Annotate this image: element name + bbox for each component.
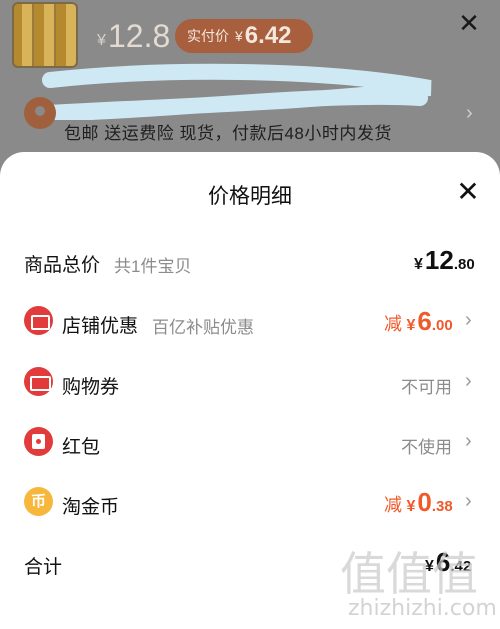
watermark: 值值值 zhizhizhi.com [340,538,500,628]
coupon-status: 不可用 [401,378,452,397]
shop-discount-amount: 减 ¥6.00 [384,306,453,337]
amount-prefix: 减 [384,314,402,334]
product-price: 12.8 [108,18,171,54]
row-sub: 共1件宝贝 [114,257,192,276]
watermark-glyphs: 值值值 [340,548,478,600]
actual-pay-currency: ¥ [235,28,243,44]
amount-dec: .00 [431,317,453,334]
close-icon[interactable]: ✕ [456,8,482,38]
redaction-scribble [29,63,432,120]
row-label: 店铺优惠 [62,316,139,337]
row-coupon[interactable]: 购物券 不可用 › [0,360,500,408]
amount-currency: ¥ [406,317,416,334]
watermark-url: zhizhizhi.com [348,596,497,621]
amount-int: 6 [417,306,432,336]
chevron-right-icon: › [465,430,472,452]
row-label: 淘金币 [62,497,120,518]
amount-currency: ¥ [406,498,416,515]
shop-discount-icon [24,306,53,335]
price-currency: ¥ [97,32,106,49]
row-shop-discount[interactable]: 店铺优惠 百亿补贴优惠 减 ¥6.00 › [0,299,500,347]
chevron-right-icon: › [465,490,472,512]
red-packet-status: 不使用 [401,438,452,457]
chevron-right-icon: › [465,370,472,392]
chevron-right-icon[interactable]: › [466,102,473,125]
row-label: 合计 [24,557,63,578]
row-goods-total: 商品总价 共1件宝贝 ¥12.80 [0,238,500,286]
row-label: 商品总价 [24,255,101,276]
row-taojinbi[interactable]: 币 淘金币 减 ¥0.38 › [0,480,500,528]
row-sub: 百亿补贴优惠 [152,318,254,337]
row-label: 红包 [62,437,101,458]
shipping-info: 包邮 送运费险 现货，付款后48小时内发货 [64,124,392,143]
amount-prefix: 减 [384,495,402,515]
sheet-title: 价格明细 [208,185,292,208]
amount-dec: .38 [431,498,453,515]
product-thumbnail [12,2,78,68]
actual-pay-label: 实付价 [187,28,229,44]
location-icon [24,97,56,129]
amount-int: 12 [424,245,454,275]
taojinbi-icon: 币 [24,487,53,516]
close-icon[interactable]: ✕ [454,176,482,208]
coupon-icon [24,367,53,396]
row-red-packet[interactable]: 红包 不使用 › [0,420,500,468]
amount-dec: .80 [453,256,475,273]
amount-int: 0 [417,487,432,517]
chevron-right-icon: › [465,309,472,331]
goods-total-amount: ¥12.80 [414,245,475,276]
taojinbi-amount: 减 ¥0.38 [384,487,453,518]
actual-pay-value: 6.42 [244,22,292,49]
red-packet-icon [24,427,53,456]
actual-pay-badge: 实付价 ¥ 6.42 [175,19,313,53]
amount-currency: ¥ [414,256,423,273]
row-label: 购物券 [62,377,120,398]
